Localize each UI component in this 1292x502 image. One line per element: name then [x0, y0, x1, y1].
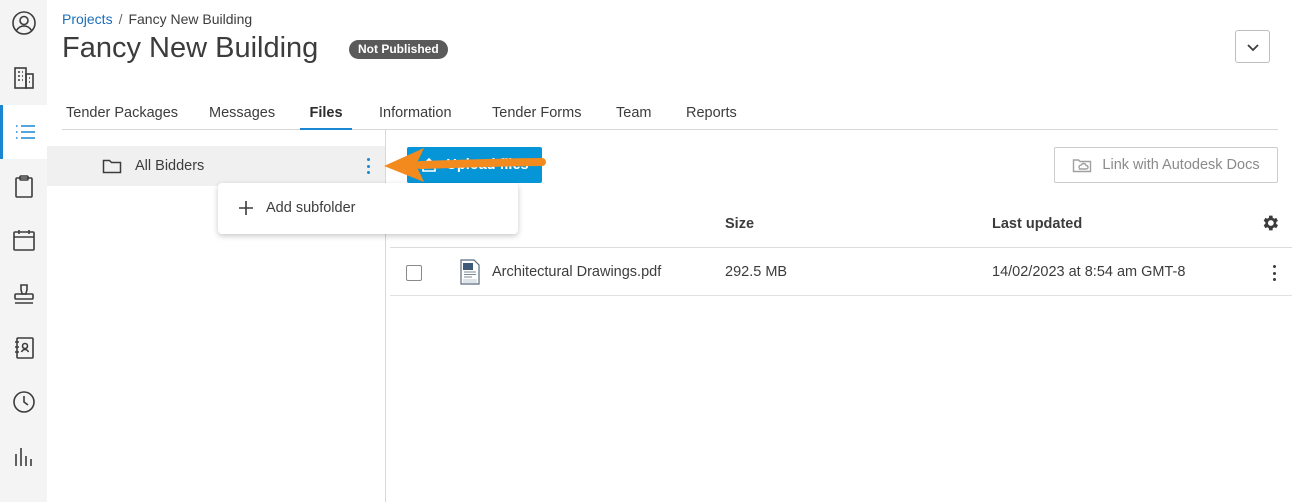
clock-icon — [12, 391, 35, 413]
breadcrumb-separator: / — [118, 11, 123, 27]
status-badge: Not Published — [349, 40, 448, 59]
menu-item-label: Add subfolder — [266, 200, 356, 216]
gear-icon[interactable] — [1260, 213, 1280, 233]
rail-forms[interactable] — [0, 159, 47, 213]
user-circle-icon — [11, 11, 36, 35]
cloud-folder-icon — [1073, 159, 1092, 173]
contacts-book-icon — [14, 337, 34, 359]
tab-files[interactable]: Files — [300, 96, 352, 130]
rail-calendar[interactable] — [0, 213, 47, 267]
breadcrumb-current: Fancy New Building — [128, 11, 253, 27]
folder-icon — [102, 157, 122, 175]
tab-tender-forms[interactable]: Tender Forms — [492, 96, 581, 130]
rail-analytics[interactable] — [0, 429, 47, 483]
tab-reports[interactable]: Reports — [686, 96, 737, 130]
column-header-last-updated[interactable]: Last updated — [992, 216, 1082, 232]
tab-information[interactable]: Information — [379, 96, 452, 130]
row-checkbox[interactable] — [406, 265, 422, 281]
header-actions-dropdown[interactable] — [1235, 30, 1270, 63]
folder-label: All Bidders — [135, 158, 205, 174]
upload-files-label: Upload files — [446, 157, 529, 173]
breadcrumb: Projects / Fancy New Building — [62, 11, 252, 27]
tab-bar: Tender Packages Messages Files Informati… — [62, 96, 1278, 130]
file-size: 292.5 MB — [725, 264, 788, 280]
column-header-size[interactable]: Size — [725, 216, 754, 232]
file-last-updated: 14/02/2023 at 8:54 am GMT-8 — [992, 264, 1186, 280]
rail-tenders[interactable] — [0, 105, 47, 159]
upload-files-button[interactable]: Upload files — [407, 147, 542, 183]
plus-icon — [236, 198, 256, 218]
bar-chart-icon — [14, 448, 32, 466]
clipboard-icon — [14, 175, 33, 198]
folder-row-all-bidders[interactable]: All Bidders — [47, 146, 385, 186]
building-icon — [13, 67, 34, 89]
page-title: Fancy New Building — [62, 32, 319, 64]
tab-tender-packages[interactable]: Tender Packages — [66, 96, 178, 130]
stamp-icon — [13, 284, 34, 304]
list-icon — [16, 125, 35, 139]
tab-team[interactable]: Team — [616, 96, 651, 130]
rail-directory[interactable] — [0, 321, 47, 375]
pdf-file-icon — [459, 259, 481, 285]
rail-approvals[interactable] — [0, 267, 47, 321]
menu-item-add-subfolder[interactable]: Add subfolder — [218, 183, 518, 234]
breadcrumb-projects-link[interactable]: Projects — [62, 11, 113, 27]
left-nav-rail — [0, 0, 47, 502]
folder-more-icon[interactable] — [361, 156, 375, 176]
link-autodesk-docs-button[interactable]: Link with Autodesk Docs — [1054, 147, 1278, 183]
link-autodesk-docs-label: Link with Autodesk Docs — [1102, 157, 1260, 173]
files-table-header: Size Last updated — [390, 200, 1292, 248]
upload-icon — [422, 157, 437, 172]
table-row[interactable]: Architectural Drawings.pdf 292.5 MB 14/0… — [390, 248, 1292, 296]
calendar-icon — [12, 230, 35, 251]
rail-projects[interactable] — [0, 51, 47, 105]
tab-messages[interactable]: Messages — [209, 96, 275, 130]
file-name[interactable]: Architectural Drawings.pdf — [492, 264, 661, 280]
folder-context-menu: Add subfolder — [218, 183, 518, 234]
row-more-icon[interactable] — [1268, 263, 1280, 283]
chevron-down-icon — [1246, 43, 1259, 51]
rail-profile[interactable] — [0, 0, 47, 50]
rail-history[interactable] — [0, 375, 47, 429]
